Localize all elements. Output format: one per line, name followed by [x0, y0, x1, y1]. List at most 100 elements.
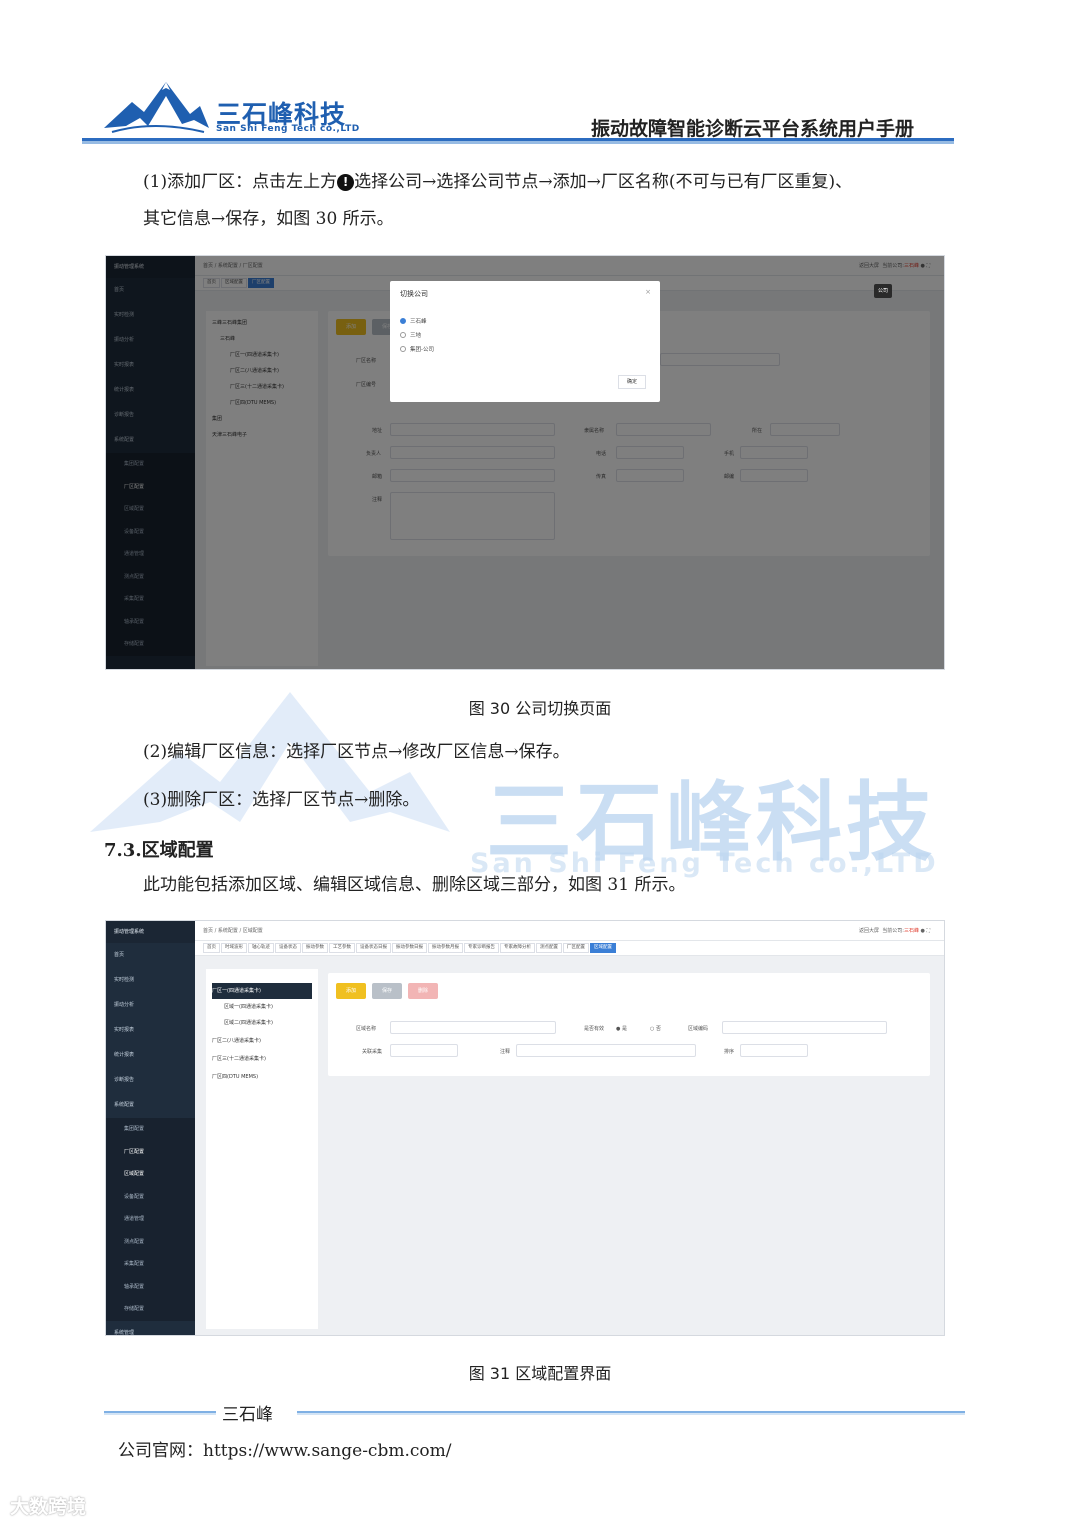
info-icon: !	[337, 174, 355, 191]
tree-node[interactable]: 厂区二(八通道采集卡)	[212, 1033, 312, 1049]
label-linked-acquisition: 关联采集	[362, 1049, 383, 1055]
sidebar-item-system-admin[interactable]: 系统管理	[106, 1321, 195, 1336]
save-button[interactable]: 保存	[372, 983, 402, 999]
company-option[interactable]: 三地	[400, 331, 421, 339]
label-remark: 注释	[500, 1049, 511, 1055]
page-header: 三石峰科技 San Shi Feng Tech co.,LTD 振动故障智能诊断…	[82, 74, 954, 148]
tree-node-selected[interactable]: 厂区一(四通道采集卡)	[212, 983, 312, 999]
paragraph-text: (1)添加厂区：点击左上方	[143, 172, 338, 192]
app-logo: 振动管理系统	[106, 921, 195, 943]
brand-english-name: San Shi Feng Tech co.,LTD	[216, 124, 360, 134]
figure-31-screenshot: 振动管理系统 首页 实时检测 振动分析 实时报表 统计报表 诊断报告 系统配置 …	[105, 920, 945, 1336]
add-button[interactable]: 添加	[336, 983, 366, 999]
sidebar-item-analysis[interactable]: 振动分析	[106, 993, 195, 1018]
radio-yes[interactable]: ● 是	[616, 1025, 627, 1032]
footer-company: 三石峰	[222, 1405, 273, 1425]
tab-area-config[interactable]: 区域配置	[590, 943, 616, 953]
tab[interactable]: 轴心轨迹	[248, 943, 274, 953]
mountain-logo-icon	[104, 82, 209, 133]
document-title: 振动故障智能诊断云平台系统用户手册	[590, 118, 914, 140]
tab[interactable]: 设备状态日报	[356, 943, 391, 953]
sidebar-subitem[interactable]: 厂区配置	[106, 1140, 195, 1163]
breadcrumb: 首页 / 系统配置 / 区域配置	[203, 928, 263, 934]
paragraph-area-config: 此功能包括添加区域、编辑区域信息、删除区域三部分，如图 31 所示。	[143, 875, 686, 895]
sort-input[interactable]	[740, 1044, 808, 1057]
sidebar-item-home[interactable]: 首页	[106, 943, 195, 968]
switch-company-modal: 切换公司 × 三石峰 三地 集团-公司 确定	[390, 281, 660, 402]
tree-node[interactable]: 区域一(四通道采集卡)	[212, 999, 312, 1015]
area-code-input[interactable]	[722, 1021, 887, 1034]
sidebar-item-system-config[interactable]: 系统配置	[106, 1093, 195, 1118]
option-label: 三地	[410, 333, 422, 339]
figure-30-caption: 图 30 公司切换页面	[468, 699, 612, 718]
footer-divider-left	[104, 1411, 216, 1415]
tree-node[interactable]: 厂区四(DTU MEMS)	[212, 1069, 312, 1085]
back-to-dashboard-link[interactable]: 返回大屏	[859, 928, 879, 934]
paragraph-add-plant: (1)添加厂区：点击左上方! 选择公司→选择公司节点→添加→厂区名称(不可与已有厂…	[143, 164, 852, 201]
sidebar-subitem[interactable]: 集团配置	[106, 1118, 195, 1141]
delete-button[interactable]: 删除	[408, 983, 438, 999]
app-sidebar: 振动管理系统 首页 实时检测 振动分析 实时报表 统计报表 诊断报告 系统配置 …	[106, 921, 195, 1335]
paragraph-text: 选择公司→选择公司节点→添加→厂区名称(不可与已有厂区重复)、	[354, 172, 853, 192]
option-label: 集团-公司	[410, 347, 434, 353]
sidebar-subitem-active[interactable]: 区域配置	[106, 1163, 195, 1186]
figure-30-screenshot: 振动管理系统 首页 实时检测 振动分析 实时报表 统计报表 诊断报告 系统配置 …	[105, 255, 945, 670]
current-company: 三石峰	[903, 928, 919, 934]
tab[interactable]: 振动参数日报	[392, 943, 427, 953]
sidebar-subitem[interactable]: 通道管理	[106, 1208, 195, 1231]
paragraph-edit-plant: (2)编辑厂区信息：选择厂区节点→修改厂区信息→保存。	[143, 742, 570, 762]
sidebar-item-realtime-report[interactable]: 实时报表	[106, 1018, 195, 1043]
tab[interactable]: 首页	[203, 943, 220, 953]
tree-node[interactable]: 区域二(四通道采集卡)	[212, 1015, 312, 1031]
radio-no[interactable]: ○ 否	[650, 1025, 661, 1032]
tab[interactable]: 厂区配置	[563, 943, 589, 953]
section-heading: 7.3.区域配置	[104, 840, 214, 861]
sidebar-subitem[interactable]: 测点配置	[106, 1230, 195, 1253]
company-option[interactable]: 三石峰	[400, 317, 427, 325]
header-divider	[82, 138, 954, 144]
tab[interactable]: 振动参数	[302, 943, 328, 953]
label-area-code: 区域编码	[688, 1026, 709, 1032]
sidebar-subitem[interactable]: 存储配置	[106, 1298, 195, 1321]
close-icon[interactable]: ×	[645, 288, 651, 296]
tree-node[interactable]: 厂区三(十二通道采集卡)	[212, 1051, 312, 1067]
radio-icon	[400, 332, 406, 338]
sidebar-item-realtime[interactable]: 实时检测	[106, 968, 195, 993]
paragraph-delete-plant: (3)删除厂区：选择厂区节点→删除。	[143, 790, 420, 810]
modal-title: 切换公司	[400, 290, 428, 298]
figure-31-caption: 图 31 区域配置界面	[468, 1364, 612, 1383]
paragraph-add-plant-cont: 其它信息→保存，如图 30 所示。	[143, 209, 394, 229]
option-label: 三石峰	[410, 319, 427, 325]
sidebar-item-diagnosis[interactable]: 诊断报告	[106, 1068, 195, 1093]
area-form-panel: 添加 保存 删除 区域名称 是否有效 ● 是 ○ 否 区域编码 关联采集 注释 …	[328, 973, 930, 1076]
app-topbar: 首页 / 系统配置 / 区域配置 返回大屏 当前公司:三石峰 ● ⛶	[195, 921, 944, 941]
tab[interactable]: 设备状态	[275, 943, 301, 953]
radio-icon	[400, 346, 406, 352]
company-switch-button[interactable]: 公司	[874, 284, 892, 298]
remark-input[interactable]	[516, 1044, 696, 1057]
tab[interactable]: 专家故障分析	[500, 943, 535, 953]
corner-watermark: 大数跨境	[10, 1496, 87, 1518]
label-area-name: 区域名称	[356, 1026, 377, 1032]
footer-divider-right	[297, 1411, 965, 1415]
confirm-button[interactable]: 确定	[618, 375, 646, 389]
area-name-input[interactable]	[390, 1021, 556, 1034]
sidebar-subitem[interactable]: 采集配置	[106, 1253, 195, 1276]
plant-tree: 厂区一(四通道采集卡) 区域一(四通道采集卡) 区域二(四通道采集卡) 厂区二(…	[206, 969, 318, 1329]
tab[interactable]: 振动参数月报	[428, 943, 463, 953]
tab[interactable]: 工艺参数	[329, 943, 355, 953]
tab[interactable]: 测点配置	[536, 943, 562, 953]
label-is-valid: 是否有效	[584, 1026, 605, 1032]
current-company-label: 当前公司:	[882, 928, 904, 934]
radio-selected-icon	[400, 318, 406, 324]
sidebar-item-stat-report[interactable]: 统计报表	[106, 1043, 195, 1068]
tab[interactable]: 时域波形	[221, 943, 247, 953]
sidebar-subitem[interactable]: 轴承配置	[106, 1275, 195, 1298]
page-tabs: 首页 时域波形 轴心轨迹 设备状态 振动参数 工艺参数 设备状态日报 振动参数日报 振动参数月报…	[195, 941, 944, 956]
footer-website: 公司官网：https://www.sange-cbm.com/	[118, 1441, 452, 1461]
sidebar-subitem[interactable]: 设备配置	[106, 1185, 195, 1208]
tab[interactable]: 专家诊断报告	[464, 943, 499, 953]
linked-acquisition-input[interactable]	[390, 1044, 458, 1057]
topbar-right: 返回大屏 当前公司:三石峰 ● ⛶	[859, 928, 930, 934]
company-option[interactable]: 集团-公司	[400, 345, 434, 353]
